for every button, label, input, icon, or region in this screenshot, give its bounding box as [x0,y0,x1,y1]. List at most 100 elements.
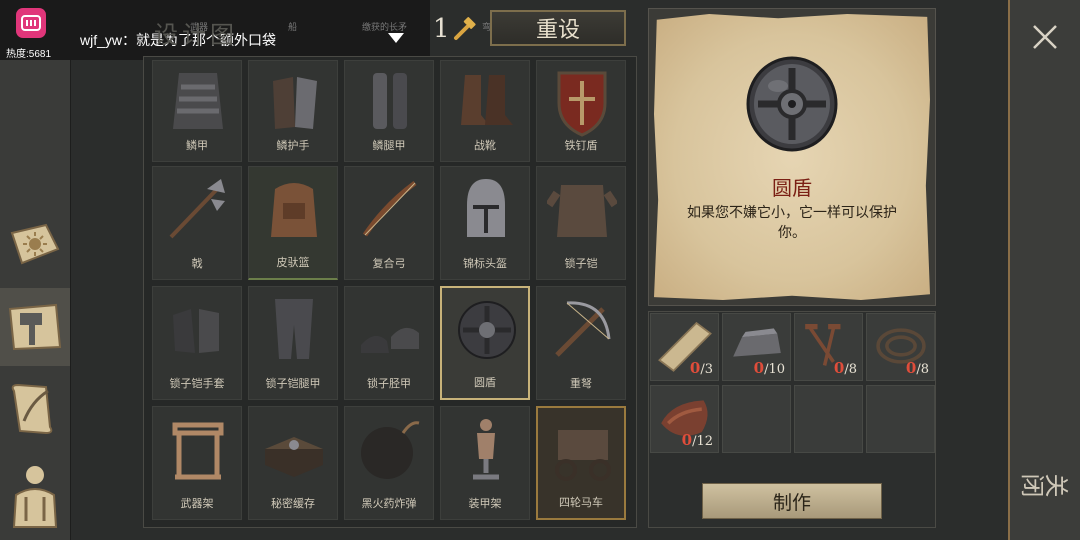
heavy-crossbow-icon [555,301,611,357]
round-shield-icon [458,301,516,359]
blueprint-item-label: 武器架 [180,497,214,510]
tool-rail [0,60,71,540]
blueprint-item[interactable]: 黑火药炸弹 [344,406,434,520]
blueprint-item[interactable]: 鳞甲 [152,60,242,162]
blueprint-item-label: 圆盾 [474,376,496,389]
sun-book-icon [10,223,60,265]
chain-gloves-icon [173,309,219,353]
material-need: /10 [764,362,785,377]
blueprint-item[interactable]: 锦标头盔 [440,166,530,280]
blueprint-item[interactable]: 鳞腿甲 [344,60,434,162]
blueprint-item-label: 皮驮篮 [276,256,310,269]
scale-armor-icon [173,73,223,129]
blueprint-item[interactable]: 重弩 [536,286,626,400]
material-have: 0 [905,359,917,377]
material-count: 0/10 [754,359,785,377]
rail-tab-skills[interactable] [0,206,70,284]
war-boots-icon [461,75,513,125]
live-platform-logo [16,8,46,38]
category-label: 武器 [190,23,209,33]
weapon-rack-icon [172,422,224,480]
blueprint-item-label: 锁子胫甲 [367,377,411,390]
blueprint-item-label: 鳞护手 [276,139,310,152]
blueprint-item-label: 重弩 [570,377,592,390]
blueprint-item[interactable]: 装甲架 [440,406,530,520]
blueprint-item[interactable]: 锁子铠手套 [152,286,242,400]
blueprint-item[interactable]: 复合弓 [344,166,434,280]
close-icon[interactable] [1030,22,1060,52]
material-need: /8 [844,362,857,377]
empty-material-slot [794,385,863,453]
blueprint-item-label: 鳞腿甲 [372,139,406,152]
scale-leggings-icon [373,73,407,129]
chain-greaves-icon [361,327,419,353]
rail-tab-character[interactable] [0,452,70,540]
blueprint-item[interactable]: 皮驮篮 [248,166,338,280]
blueprint-item-label: 复合弓 [372,257,406,270]
blueprint-item-label: 秘密缓存 [271,497,315,510]
rail-tab-crafting[interactable] [0,288,70,366]
rail-tab-quests[interactable] [0,370,70,448]
scroll-quill-icon [11,383,53,435]
empty-material-slot [866,385,935,453]
material-have: 0 [689,359,701,377]
blueprint-item-label: 戟 [191,257,203,270]
blueprint-item-label: 锁子铠 [564,257,598,270]
material-count: 0/8 [906,359,929,377]
scale-gauntlets-icon [273,77,317,129]
blueprint-item-label: 鳞甲 [186,139,208,152]
material-have: 0 [833,359,845,377]
blueprint-item[interactable]: 锁子铠腿甲 [248,286,338,400]
blueprint-item-label: 锦标头盔 [463,257,507,270]
secret-stash-icon [265,437,323,477]
material-slot[interactable]: 0/12 [650,385,719,453]
leather-backpack-icon [271,183,317,237]
blueprint-item-label: 铁钉盾 [564,139,598,152]
chain-leggings-icon [275,299,313,359]
material-need: /3 [700,362,713,377]
blueprint-item-label: 战靴 [474,139,496,152]
material-need: /8 [916,362,929,377]
blueprint-item[interactable]: 锁子铠 [536,166,626,280]
blueprint-item[interactable]: 战靴 [440,60,530,162]
spiked-shield-icon [557,71,607,137]
blueprint-item[interactable]: 锁子胫甲 [344,286,434,400]
blueprint-item[interactable]: 秘密缓存 [248,406,338,520]
tournament-helmet-icon [467,179,505,237]
composite-bow-icon [362,180,417,237]
category-label: 缴获的长矛 [362,23,408,33]
blueprint-item[interactable]: 戟 [152,166,242,280]
blueprint-item-label: 装甲架 [468,497,502,510]
material-slot[interactable]: 0/10 [722,313,791,381]
material-slot[interactable]: 0/8 [794,313,863,381]
material-count: 0/12 [682,431,713,449]
material-need: /12 [692,434,713,449]
blueprint-item-label: 锁子铠腿甲 [265,377,321,390]
material-have: 0 [753,359,765,377]
blueprint-item[interactable]: 四轮马车 [536,406,626,520]
blueprint-count: 1 [433,14,450,44]
category-label: 船 [288,23,298,33]
close-column [1008,0,1080,540]
material-slot[interactable]: 0/8 [866,313,935,381]
chainmail-icon [547,185,617,237]
close-button[interactable]: 关闭 [1021,469,1069,501]
wagon-icon [555,430,611,481]
blueprint-item-label: 黑火药炸弹 [361,497,417,510]
reset-button[interactable]: 重设 [490,10,626,46]
material-slot[interactable]: 0/3 [650,313,719,381]
hammer-icon [454,17,476,40]
material-have: 0 [681,431,693,449]
blueprint-item-label: 锁子铠手套 [169,377,225,390]
character-icon [12,466,58,528]
blueprint-item[interactable]: 圆盾 [440,286,530,400]
detail-item-name: 圆盾 [772,176,812,200]
craft-button[interactable]: 制作 [702,483,882,519]
blueprint-item[interactable]: 武器架 [152,406,242,520]
blueprint-item[interactable]: 鳞护手 [248,60,338,162]
empty-material-slot [722,385,791,453]
round-shield-large-icon [746,56,838,152]
hammer-tab-icon [8,303,62,351]
chat-dropdown-icon[interactable] [388,33,404,43]
blueprint-item[interactable]: 铁钉盾 [536,60,626,162]
